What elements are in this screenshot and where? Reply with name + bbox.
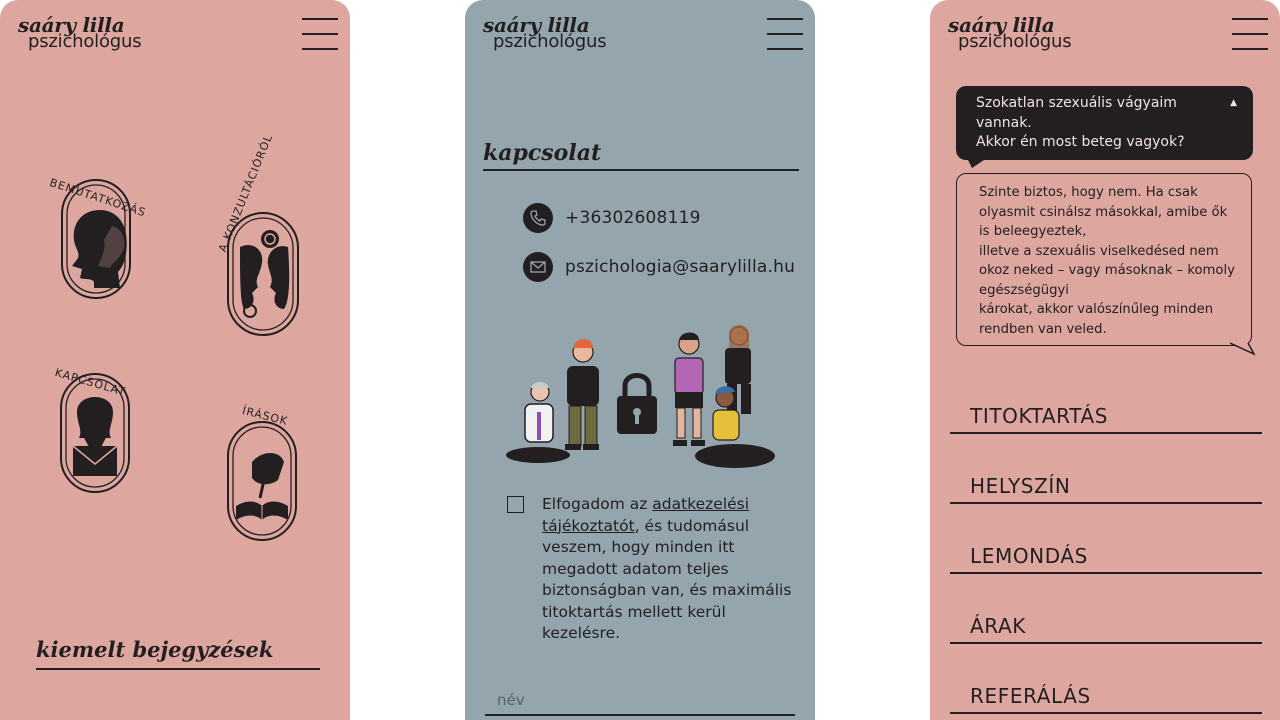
site-logo[interactable]: saáry lilla pszichológus bbox=[18, 14, 142, 52]
faq-answer-text: Szinte biztos, hogy nem. Ha csak olyasmi… bbox=[979, 183, 1241, 339]
accordion-label: TITOKTARTÁS bbox=[970, 404, 1109, 428]
people-with-padlock-illustration bbox=[506, 325, 775, 468]
site-logo[interactable]: saáry lilla pszichológus bbox=[948, 14, 1072, 52]
accordion-referalas[interactable]: REFERÁLÁS bbox=[950, 672, 1262, 714]
featured-heading: kiemelt bejegyzések bbox=[36, 637, 274, 662]
accordion-arak[interactable]: ÁRAK bbox=[950, 602, 1262, 644]
site-logo[interactable]: saáry lilla pszichológus bbox=[483, 14, 607, 52]
faq-question-line: Akkor én most beteg vagyok? bbox=[976, 134, 1185, 150]
phone-link[interactable]: +36302608119 bbox=[523, 203, 701, 233]
hamburger-menu-icon[interactable] bbox=[1232, 18, 1268, 52]
accordion-titoktartas[interactable]: TITOKTARTÁS bbox=[950, 392, 1262, 434]
menu-card-konzultacio[interactable]: A KONZULTÁCIÓRÓL bbox=[212, 132, 322, 336]
two-faces-icon bbox=[227, 212, 299, 336]
faq-screen: saáry lilla pszichológus Szokatlan szexu… bbox=[930, 0, 1280, 720]
caret-up-icon[interactable]: ▲ bbox=[1230, 98, 1237, 108]
accordion-label: LEMONDÁS bbox=[970, 544, 1088, 568]
email-link[interactable]: pszichologia@saarylilla.hu bbox=[523, 252, 795, 282]
faq-answer-line: károkat, akkor valószínűleg minden rendb… bbox=[979, 302, 1214, 337]
menu-card-kapcsolat[interactable]: KAPCSOLAT bbox=[53, 362, 155, 497]
phone-number: +36302608119 bbox=[565, 208, 701, 228]
consent-text-after: , és tudomásul veszem, hogy minden itt m… bbox=[542, 516, 792, 643]
hamburger-menu-icon[interactable] bbox=[302, 18, 338, 52]
phone-icon bbox=[523, 203, 553, 233]
consent-text-before: Elfogadom az bbox=[542, 495, 653, 513]
faq-answer: Szinte biztos, hogy nem. Ha csak olyasmi… bbox=[956, 173, 1252, 346]
logo-subtitle: pszichológus bbox=[493, 31, 607, 52]
faq-answer-line: illetve a szexuális viselkedésed nem oko… bbox=[979, 243, 1235, 298]
faq-question-text: Szokatlan szexuális vágyaim vannak. Akko… bbox=[976, 94, 1216, 153]
menu-card-irasok[interactable]: ÍRÁSOK bbox=[222, 402, 322, 542]
logo-subtitle: pszichológus bbox=[958, 31, 1072, 52]
hamburger-menu-icon[interactable] bbox=[767, 18, 803, 52]
accordion-helyszin[interactable]: HELYSZÍN bbox=[950, 462, 1262, 504]
name-input[interactable] bbox=[485, 686, 795, 716]
contact-screen: saáry lilla pszichológus kapcsolat +3630… bbox=[465, 0, 815, 720]
speech-tail-icon bbox=[1230, 342, 1256, 356]
accordion-lemondas[interactable]: LEMONDÁS bbox=[950, 532, 1262, 574]
accordion-label: HELYSZÍN bbox=[970, 474, 1071, 498]
accordion-label: REFERÁLÁS bbox=[970, 684, 1091, 708]
mail-icon bbox=[523, 252, 553, 282]
faq-answer-line: Szinte biztos, hogy nem. Ha csak olyasmi… bbox=[979, 185, 1228, 239]
accordion-label: ÁRAK bbox=[970, 614, 1026, 638]
heading-underline bbox=[483, 169, 799, 171]
silhouette-profile-icon bbox=[61, 179, 131, 299]
page-title: kapcsolat bbox=[483, 140, 602, 166]
faq-question-line: Szokatlan szexuális vágyaim vannak. bbox=[976, 95, 1177, 131]
menu-card-bemutatkozas[interactable]: BEMUTATKOZÁS bbox=[48, 170, 150, 300]
heading-underline bbox=[36, 668, 320, 670]
logo-subtitle: pszichológus bbox=[28, 31, 142, 52]
home-screen: saáry lilla pszichológus BEMUTATKOZÁS A … bbox=[0, 0, 350, 720]
email-address: pszichologia@saarylilla.hu bbox=[565, 257, 796, 277]
faq-question[interactable]: Szokatlan szexuális vágyaim vannak. Akko… bbox=[956, 86, 1253, 160]
envelope-head-icon bbox=[60, 373, 130, 493]
consent-text: Elfogadom az adatkezelési tájékoztatót, … bbox=[542, 494, 792, 645]
speech-tail-icon bbox=[966, 156, 990, 168]
consent-checkbox[interactable] bbox=[507, 496, 524, 513]
hand-writing-book-icon bbox=[227, 421, 297, 541]
